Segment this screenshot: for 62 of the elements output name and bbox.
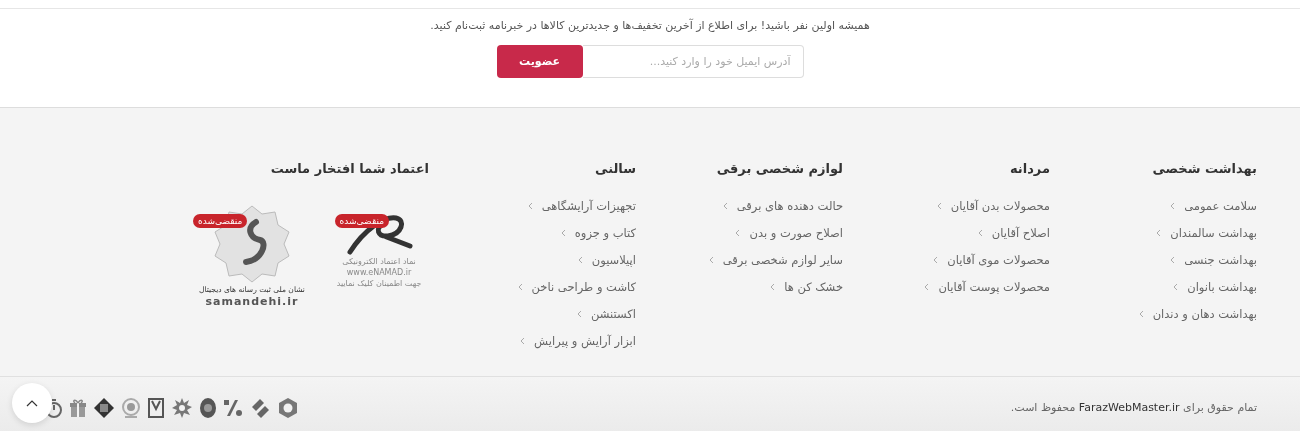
footer-link[interactable]: سایر لوازم شخصی برقی [708,246,843,273]
subscribe-button[interactable]: عضویت [496,45,583,78]
chevron-icon [936,201,942,210]
footer-link[interactable]: اکستنشن [577,300,636,327]
chevron-icon [1170,255,1176,264]
chevron-icon [527,201,533,210]
seal-text: samandehi.ir [205,296,299,308]
chevron-icon [560,228,566,237]
chevron-icon [1170,201,1176,210]
hexagon-ring-icon [277,396,299,419]
column-heading: اعتماد شما افتخار ماست [270,161,429,178]
chevron-icon [520,336,526,345]
footer-link[interactable]: خشک کن ها [770,273,843,300]
chevron-icon [517,282,523,291]
percent-icon [223,397,243,418]
chevron-icon [1156,228,1162,237]
chevron-icon [708,255,714,264]
site-link[interactable]: FarazWebMaster.ir [1078,401,1180,414]
chevron-icon [770,282,776,291]
email-field[interactable]: آدرس ایمیل خود را وارد کنید... [582,45,804,78]
footer-link[interactable]: محصولات پوست آقایان [924,273,1050,300]
column-heading: سالنی [595,161,636,178]
footer-link[interactable]: کتاب و جزوه [560,219,636,246]
footer-link[interactable]: ابزار آرایش و پیرایش [520,327,636,354]
expired-label: منقضی‌شده [193,214,248,228]
footer-link[interactable]: اصلاح صورت و بدن [735,219,843,246]
sunburst-icon [171,396,193,419]
seal-text: جهت اطمینان کلیک نمایید [336,278,422,289]
footer-link[interactable]: محصولات بدن آقایان [936,192,1050,219]
chevron-icon [977,228,983,237]
footer-link[interactable]: اپیلاسیون [577,246,636,273]
chevron-icon [722,201,728,210]
column-heading: مردانه [1009,161,1050,178]
gift-icon [69,397,87,418]
column-heading: لوازم شخصی برقی [716,161,843,179]
footer-link[interactable]: سلامت عمومی [1170,192,1257,219]
round-emblem-icon [121,396,141,419]
footer-link[interactable]: محصولات موی آقایان [933,246,1050,273]
seal-text: www.eNAMAD.ir [346,267,412,278]
chevron-icon [577,309,583,318]
caret-up-icon [26,399,38,407]
footer-link[interactable]: کاشت و طراحی ناخن [517,273,636,300]
scroll-top-button[interactable] [12,383,52,423]
chevron-icon [1173,282,1179,291]
oval-emblem-icon [199,396,217,419]
column-heading: بهداشت شخصی [1152,161,1257,178]
footer-link[interactable]: بهداشت جنسی [1170,246,1257,273]
chevron-icon [924,282,930,291]
footer-link[interactable]: حالت دهنده های برقی [722,192,843,219]
chevron-icon [577,255,583,264]
footer-link[interactable]: بهداشت سالمندان [1156,219,1257,246]
diamond-icon [93,396,115,419]
footer-link[interactable]: بهداشت بانوان [1173,273,1257,300]
seal-text: نماد اعتماد الکترونیکی [342,256,416,267]
chevron-icon [933,255,939,264]
footer-link[interactable]: تجهیزات آرایشگاهی [527,192,636,219]
chevron-icon [735,228,741,237]
newsletter-text: همیشه اولین نفر باشید! برای اطلاع از آخرین تخفیف‌ها و جدیدترین کالاها در خبرنامه ثبت‌نام کنید. [430,19,870,32]
footer-link[interactable]: بهداشت دهان و دندان [1138,300,1257,327]
expired-label: منقضی‌شده [334,214,389,228]
chevron-icon [1138,309,1144,318]
footer-link[interactable]: اصلاح آقایان [977,219,1050,246]
